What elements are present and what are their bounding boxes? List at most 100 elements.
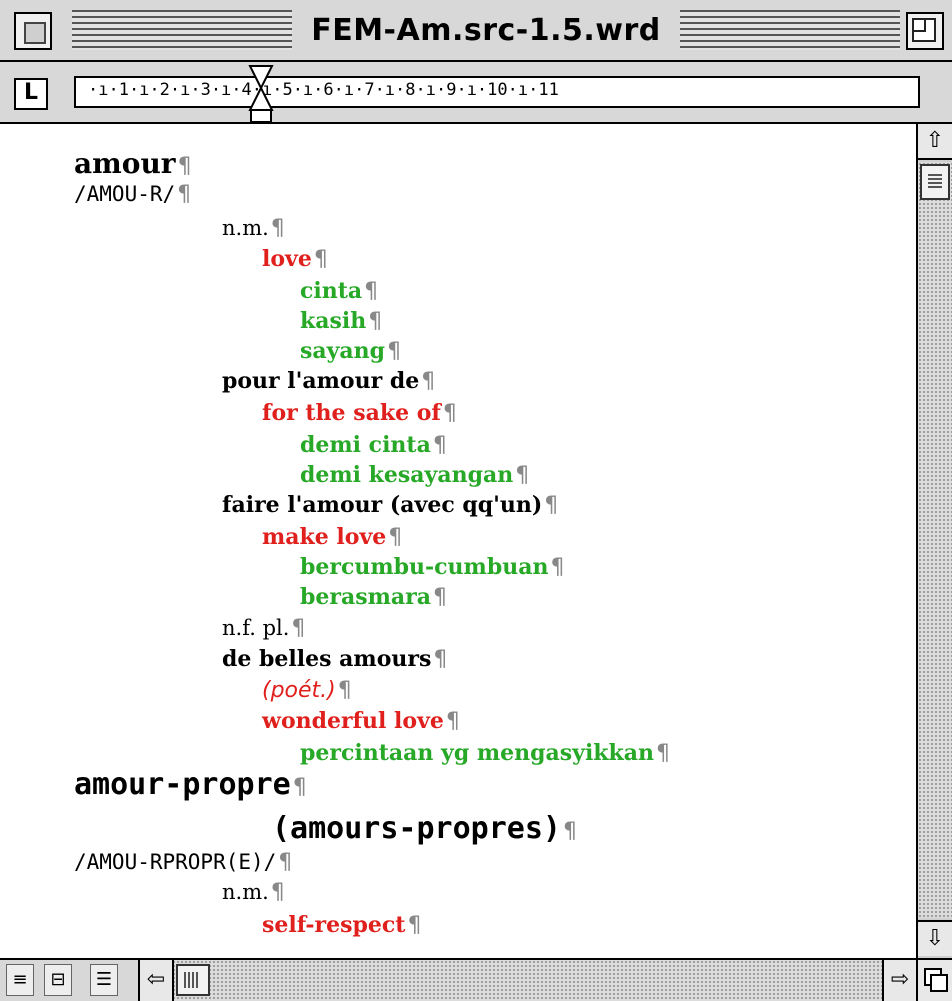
ruler-numbers: ·ı·1·ı·2·ı·3·ı·4·ı·5·ı·6·ı·7·ı·8·ı·9·ı·1… xyxy=(88,80,559,100)
paragraph-mark-icon: ¶ xyxy=(550,555,565,580)
line-text: berasmara xyxy=(300,584,431,610)
line-text: n.m. xyxy=(222,880,269,904)
document-line: percintaan yg mengasyikkan¶ xyxy=(300,742,670,765)
paragraph-mark-icon: ¶ xyxy=(270,216,285,241)
bottom-bar: ≡ ⊟ ☰ ⇦ ⇨ xyxy=(0,958,952,1001)
line-text: demi kesayangan xyxy=(300,462,514,488)
line-text: bercumbu-cumbuan xyxy=(300,554,549,580)
paragraph-mark-icon: ¶ xyxy=(270,880,285,905)
paragraph-mark-icon: ¶ xyxy=(656,741,671,766)
title-bar-stripes-left xyxy=(72,10,292,50)
horizontal-scrollbar[interactable]: ⇦ ⇨ xyxy=(138,960,916,1001)
document-line: sayang¶ xyxy=(300,340,401,363)
page-layout-view-icon[interactable]: ⊟ xyxy=(44,964,72,996)
line-text: sayang xyxy=(300,338,386,364)
paragraph-mark-icon: ¶ xyxy=(421,369,436,394)
ruler: L ·ı·1·ı·2·ı·3·ı·4·ı·5·ı·6·ı·7·ı·8·ı·9·ı… xyxy=(0,62,952,124)
outline-view-icon[interactable]: ☰ xyxy=(90,964,118,996)
line-text: /AMOU-RPROPR(E)/ xyxy=(74,850,277,874)
document-line: faire l'amour (avec qq'un)¶ xyxy=(222,494,558,517)
document-line: demi kesayangan¶ xyxy=(300,464,529,487)
paragraph-mark-icon: ¶ xyxy=(368,309,383,334)
line-text: demi cinta xyxy=(300,432,431,458)
line-text: de belles amours xyxy=(222,646,432,672)
arrow-right-icon[interactable]: ⇨ xyxy=(882,960,916,1001)
document-line: amour¶ xyxy=(74,150,192,178)
window-title: FEM-Am.src-1.5.wrd xyxy=(292,0,680,60)
line-text: amour-propre xyxy=(74,767,291,802)
paragraph-mark-icon: ¶ xyxy=(291,616,306,641)
line-text: love xyxy=(262,246,312,272)
paragraph-mark-icon: ¶ xyxy=(445,709,460,734)
zoom-box-icon[interactable] xyxy=(906,12,944,50)
horizontal-scroll-thumb[interactable] xyxy=(176,964,210,996)
paragraph-mark-icon: ¶ xyxy=(313,247,328,272)
paragraph-mark-icon: ¶ xyxy=(364,279,379,304)
document-line: berasmara¶ xyxy=(300,586,447,609)
document-line: de belles amours¶ xyxy=(222,648,447,671)
paragraph-mark-icon: ¶ xyxy=(562,819,577,844)
line-text: make love xyxy=(262,524,387,550)
document-line: kasih¶ xyxy=(300,310,382,333)
document-line: wonderful love¶ xyxy=(262,710,460,733)
document-line: n.m.¶ xyxy=(222,882,285,904)
paragraph-mark-icon: ¶ xyxy=(388,525,403,550)
paragraph-mark-icon: ¶ xyxy=(177,182,192,207)
document-window: FEM-Am.src-1.5.wrd L ·ı·1·ı·2·ı·3·ı·4·ı·… xyxy=(0,0,952,1001)
line-text: for the sake of xyxy=(262,400,441,426)
vertical-scroll-track[interactable] xyxy=(918,162,952,918)
paragraph-mark-icon: ¶ xyxy=(407,913,422,938)
document-line: /AMOU-R/¶ xyxy=(74,184,191,206)
line-text: kasih xyxy=(300,308,367,334)
grow-box-icon[interactable] xyxy=(916,960,952,1001)
document-line: /AMOU-RPROPR(E)/¶ xyxy=(74,852,292,874)
paragraph-mark-icon: ¶ xyxy=(433,647,448,672)
indent-marker-icon[interactable] xyxy=(248,64,274,124)
document-line: (amours-propres)¶ xyxy=(272,814,577,844)
document-line: for the sake of¶ xyxy=(262,402,457,425)
document-line: pour l'amour de¶ xyxy=(222,370,435,393)
arrow-down-icon[interactable]: ⇩ xyxy=(918,920,952,956)
document-line: love¶ xyxy=(262,248,328,271)
paragraph-mark-icon: ¶ xyxy=(432,433,447,458)
normal-view-icon[interactable]: ≡ xyxy=(6,964,34,996)
paragraph-mark-icon: ¶ xyxy=(337,678,352,703)
line-text: (poét.) xyxy=(262,678,336,703)
close-box-icon[interactable] xyxy=(14,12,52,50)
document-line: bercumbu-cumbuan¶ xyxy=(300,556,564,579)
paragraph-mark-icon: ¶ xyxy=(177,154,192,179)
document-line: amour-propre¶ xyxy=(74,770,307,800)
paragraph-mark-icon: ¶ xyxy=(387,339,402,364)
paragraph-mark-icon: ¶ xyxy=(515,463,530,488)
document-line: make love¶ xyxy=(262,526,402,549)
paragraph-mark-icon: ¶ xyxy=(278,850,293,875)
vertical-scroll-thumb[interactable] xyxy=(920,164,950,200)
document-line: (poét.)¶ xyxy=(262,680,352,702)
ruler-track[interactable]: ·ı·1·ı·2·ı·3·ı·4·ı·5·ı·6·ı·7·ı·8·ı·9·ı·1… xyxy=(74,76,920,108)
document-line: n.f. pl.¶ xyxy=(222,618,305,640)
paragraph-mark-icon: ¶ xyxy=(544,493,559,518)
paragraph-mark-icon: ¶ xyxy=(433,585,447,610)
tab-alignment-button[interactable]: L xyxy=(14,78,48,110)
title-bar[interactable]: FEM-Am.src-1.5.wrd xyxy=(0,0,952,62)
vertical-scrollbar[interactable]: ⇧ ⇩ xyxy=(916,124,952,958)
document-line: n.m.¶ xyxy=(222,218,285,240)
line-text: amour xyxy=(74,147,176,180)
paragraph-mark-icon: ¶ xyxy=(442,401,457,426)
title-bar-stripes-right xyxy=(680,10,900,50)
arrow-left-icon[interactable]: ⇦ xyxy=(140,960,174,1001)
line-text: percintaan yg mengasyikkan xyxy=(300,740,655,766)
line-text: /AMOU-R/ xyxy=(74,182,176,206)
line-text: (amours-propres) xyxy=(272,811,561,846)
arrow-up-icon[interactable]: ⇧ xyxy=(918,124,952,160)
document-line: demi cinta¶ xyxy=(300,434,447,457)
line-text: faire l'amour (avec qq'un) xyxy=(222,492,543,518)
line-text: self-respect xyxy=(262,912,406,938)
line-text: pour l'amour de xyxy=(222,368,420,394)
line-text: n.m. xyxy=(222,216,269,240)
document-line: self-respect¶ xyxy=(262,914,421,937)
paragraph-mark-icon: ¶ xyxy=(292,775,307,800)
document-line: cinta¶ xyxy=(300,280,378,303)
document-content[interactable]: amour¶/AMOU-R/¶ n.m.¶ love¶ cinta¶ kasih¶ say… xyxy=(0,124,916,958)
line-text: n.f. pl. xyxy=(222,616,290,640)
